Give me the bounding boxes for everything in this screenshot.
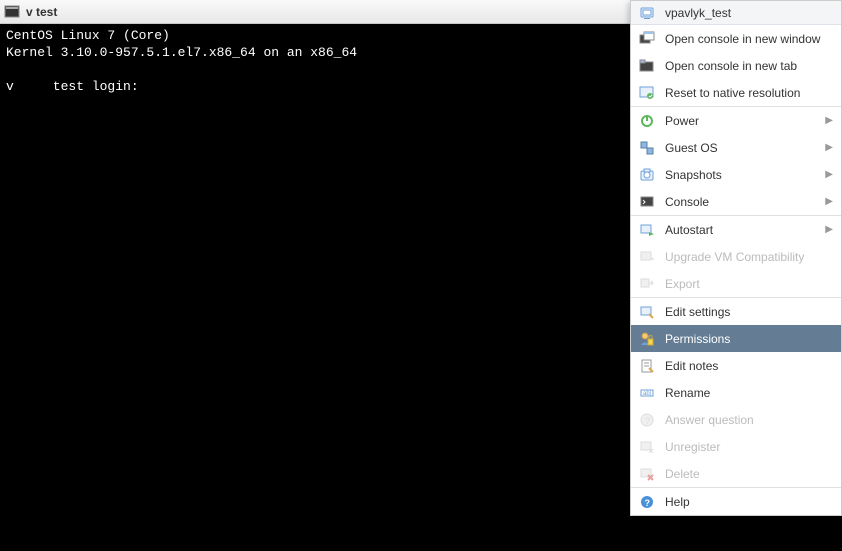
menu-item-label: Rename xyxy=(665,386,833,400)
menu-permissions[interactable]: Permissions xyxy=(631,325,841,352)
svg-text:?: ? xyxy=(645,416,650,426)
notes-icon xyxy=(639,358,655,374)
console-icon xyxy=(639,194,655,210)
console-line: v test login: xyxy=(6,79,139,94)
question-icon: ? xyxy=(639,412,655,428)
svg-text:?: ? xyxy=(645,498,651,508)
reset-resolution-icon xyxy=(639,85,655,101)
menu-edit-notes[interactable]: Edit notes xyxy=(631,352,841,379)
menu-header-label: vpavlyk_test xyxy=(665,6,731,20)
menu-item-label: Edit notes xyxy=(665,359,833,373)
permissions-icon xyxy=(639,331,655,347)
menu-answer-question: ? Answer question xyxy=(631,406,841,433)
menu-item-label: Guest OS xyxy=(665,141,821,155)
menu-console[interactable]: Console ▶ xyxy=(631,188,841,215)
menu-unregister: Unregister xyxy=(631,433,841,460)
guest-os-icon xyxy=(639,140,655,156)
menu-help[interactable]: ? Help xyxy=(631,488,841,515)
menu-item-label: Open console in new tab xyxy=(665,59,833,73)
menu-guest-os[interactable]: Guest OS ▶ xyxy=(631,134,841,161)
menu-delete: Delete xyxy=(631,460,841,487)
menu-item-label: Help xyxy=(665,495,833,509)
console-line: Kernel 3.10.0-957.5.1.el7.x86_64 on an x… xyxy=(6,45,357,60)
unregister-icon xyxy=(639,439,655,455)
menu-item-label: Edit settings xyxy=(665,305,833,319)
menu-reset-resolution[interactable]: Reset to native resolution xyxy=(631,79,841,106)
settings-icon xyxy=(639,304,655,320)
delete-icon xyxy=(639,466,655,482)
menu-item-label: Open console in new window xyxy=(665,32,833,46)
menu-item-label: Console xyxy=(665,195,821,209)
menu-item-label: Reset to native resolution xyxy=(665,86,833,100)
svg-text:ab|: ab| xyxy=(643,391,652,397)
chevron-right-icon: ▶ xyxy=(825,115,833,126)
menu-item-label: Autostart xyxy=(665,223,821,237)
menu-item-label: Permissions xyxy=(665,332,833,346)
chevron-right-icon: ▶ xyxy=(825,224,833,235)
menu-item-label: Upgrade VM Compatibility xyxy=(665,250,833,264)
new-tab-icon xyxy=(639,58,655,74)
menu-open-console-new-window[interactable]: Open console in new window xyxy=(631,25,841,52)
chevron-right-icon: ▶ xyxy=(825,196,833,207)
autostart-icon xyxy=(639,222,655,238)
menu-rename[interactable]: ab| Rename xyxy=(631,379,841,406)
menu-item-label: Export xyxy=(665,277,833,291)
chevron-right-icon: ▶ xyxy=(825,142,833,153)
upgrade-icon xyxy=(639,249,655,265)
menu-autostart[interactable]: Autostart ▶ xyxy=(631,216,841,243)
export-icon xyxy=(639,276,655,292)
chevron-right-icon: ▶ xyxy=(825,169,833,180)
menu-upgrade-compatibility: Upgrade VM Compatibility xyxy=(631,243,841,270)
menu-item-label: Answer question xyxy=(665,413,833,427)
console-line: CentOS Linux 7 (Core) xyxy=(6,28,170,43)
new-window-icon xyxy=(639,31,655,47)
rename-icon: ab| xyxy=(639,385,655,401)
menu-item-label: Power xyxy=(665,114,821,128)
menu-snapshots[interactable]: Snapshots ▶ xyxy=(631,161,841,188)
menu-item-label: Snapshots xyxy=(665,168,821,182)
console-window-icon xyxy=(4,4,20,20)
help-icon: ? xyxy=(639,494,655,510)
menu-open-console-new-tab[interactable]: Open console in new tab xyxy=(631,52,841,79)
menu-header: vpavlyk_test xyxy=(631,1,841,25)
power-icon xyxy=(639,113,655,129)
menu-power[interactable]: Power ▶ xyxy=(631,107,841,134)
menu-item-label: Unregister xyxy=(665,440,833,454)
snapshots-icon xyxy=(639,167,655,183)
menu-edit-settings[interactable]: Edit settings xyxy=(631,298,841,325)
vm-icon xyxy=(639,5,655,21)
vm-context-menu: vpavlyk_test Open console in new window … xyxy=(630,0,842,516)
menu-export: Export xyxy=(631,270,841,297)
menu-item-label: Delete xyxy=(665,467,833,481)
